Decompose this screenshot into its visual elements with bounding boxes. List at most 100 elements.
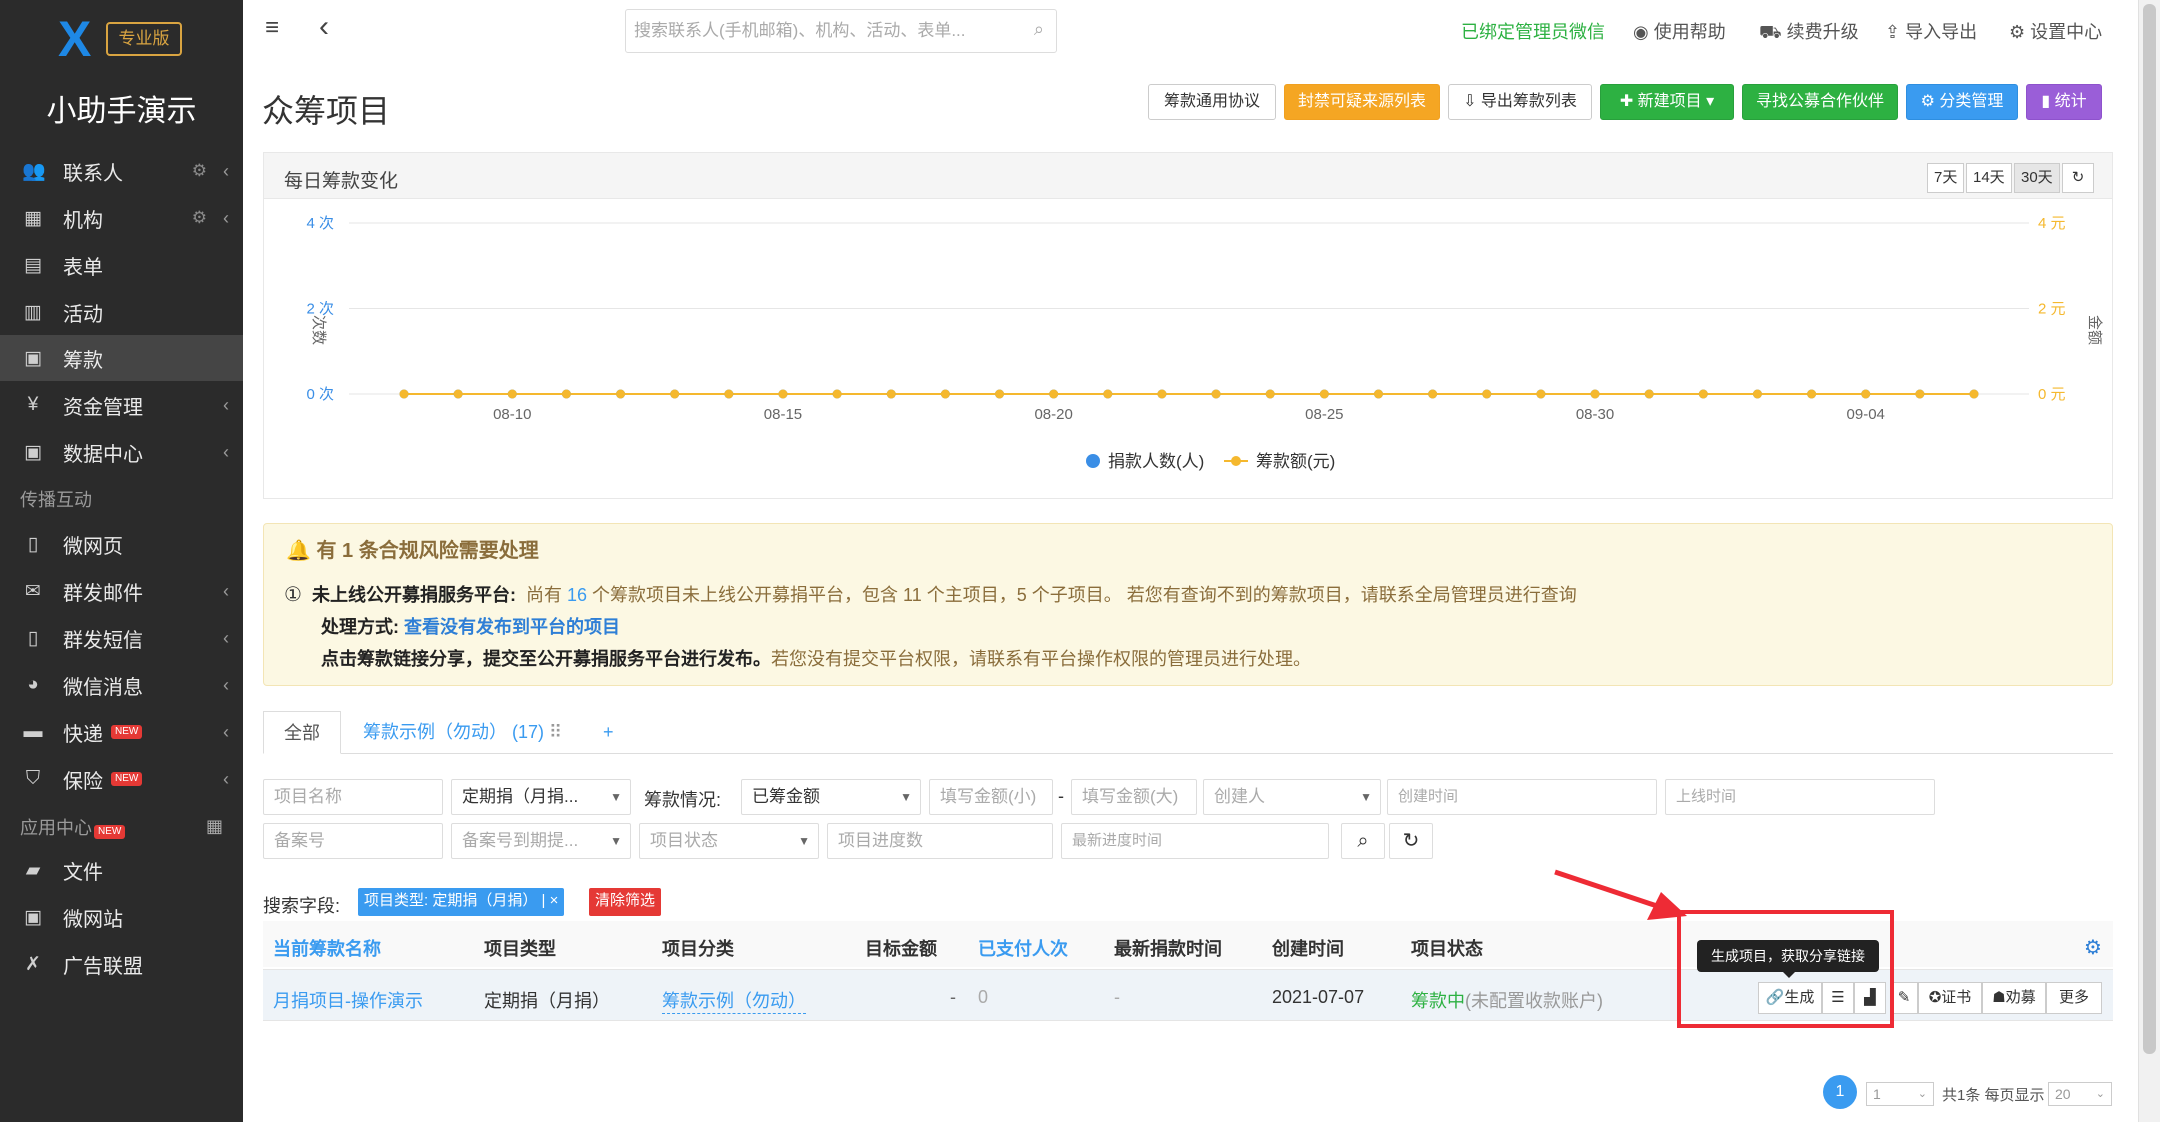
drag-handle-icon[interactable]: ⠿ — [549, 722, 562, 742]
progress-count-input[interactable]: 项目进度数 — [827, 823, 1053, 859]
data-point — [1752, 389, 1762, 399]
column-settings-gear-icon[interactable]: ⚙ — [2084, 935, 2102, 960]
x-tick-label: 08-10 — [493, 406, 531, 423]
search-button[interactable]: ⌕ — [1341, 823, 1385, 859]
tab-all[interactable]: 全部 — [263, 711, 341, 754]
search-input[interactable] — [626, 10, 1006, 52]
project-name-input[interactable]: 项目名称 — [263, 779, 443, 815]
max-amount-input[interactable]: 填写金额(大) — [1071, 779, 1197, 815]
project-type-select[interactable]: 定期捐（月捐... ▼ — [451, 779, 631, 815]
th-name[interactable]: 当前筹款名称 — [273, 935, 381, 961]
upgrade-link[interactable]: ⛟ 续费升级 — [1759, 18, 1859, 46]
sidebar-item-webpage[interactable]: ▯ 微网页 — [0, 521, 243, 567]
tab-example[interactable]: 筹款示例（勿动） (17) ⠿ — [343, 711, 582, 754]
refresh-icon: ↻ — [1402, 830, 1420, 852]
data-point — [1536, 389, 1546, 399]
status-note: (未配置收款账户) — [1465, 991, 1603, 1011]
range-30d-button[interactable]: 30天 — [2014, 163, 2060, 193]
unpublished-projects-link[interactable]: 查看没有发布到平台的项目 — [404, 617, 620, 637]
settings-link[interactable]: ⚙ 设置中心 — [2009, 18, 2102, 44]
sidebar-item-data[interactable]: ▣ 数据中心 ‹ — [0, 429, 243, 475]
more-button[interactable]: 更多 — [2046, 982, 2102, 1014]
edit-pencil-icon[interactable]: ✎ — [1890, 982, 1918, 1014]
data-point — [832, 389, 842, 399]
sidebar-item-insurance[interactable]: ⛉ 保险 NEW ‹ — [0, 756, 243, 802]
recruit-button[interactable]: ☗劝募 — [1982, 982, 2046, 1014]
sidebar-item-funds[interactable]: ¥ 资金管理 ‹ — [0, 382, 243, 428]
search-icon[interactable]: ⌕ — [1034, 19, 1044, 40]
pager-current-page[interactable]: 1 — [1823, 1075, 1857, 1109]
block-sources-button[interactable]: 封禁可疑来源列表 — [1284, 84, 1440, 120]
gear-icon[interactable]: ⚙ — [192, 161, 207, 181]
sidebar-item-express[interactable]: ▬ 快递 NEW ‹ — [0, 709, 243, 755]
record-no-input[interactable]: 备案号 — [263, 823, 443, 859]
chevron-left-icon: ‹ — [223, 674, 229, 695]
row-status: 筹款中(未配置收款账户) — [1411, 987, 1603, 1013]
find-partner-button[interactable]: 寻找公募合作伙伴 — [1742, 84, 1898, 120]
export-list-label: 导出筹款列表 — [1480, 93, 1577, 110]
row-created: 2021-07-07 — [1272, 987, 1365, 1007]
sidebar-item-ads[interactable]: ✗ 广告联盟 — [0, 941, 243, 987]
raised-select[interactable]: 已筹金额 ▼ — [741, 779, 921, 815]
pager-page-select[interactable]: 1 ⌄ — [1866, 1082, 1934, 1106]
logo[interactable]: X 专业版 — [58, 14, 182, 64]
filter-chip[interactable]: 项目类型: 定期捐（月捐） | × — [358, 888, 565, 916]
new-project-button[interactable]: ✚ 新建项目 ▾ — [1600, 84, 1734, 120]
wechat-bound-link[interactable]: 已绑定管理员微信 — [1461, 18, 1605, 44]
range-14d-button[interactable]: 14天 — [1966, 163, 2012, 193]
refresh-icon[interactable]: ↻ — [2062, 163, 2094, 193]
sidebar-item-contacts[interactable]: 👥 联系人 ⚙ ‹ — [0, 148, 243, 194]
help-label: 使用帮助 — [1653, 22, 1726, 42]
per-page-select[interactable]: 20 ⌄ — [2048, 1082, 2112, 1106]
sidebar-item-fundraising[interactable]: ▣ 筹款 — [0, 335, 243, 381]
latest-progress-input[interactable]: 最新进度时间 — [1061, 823, 1329, 859]
highlight-box — [1677, 910, 1894, 1028]
clear-filters-button[interactable]: 清除筛选 — [589, 888, 662, 916]
x-tick-label: 09-04 — [1847, 406, 1885, 423]
data-point — [1590, 389, 1600, 399]
range-7d-button[interactable]: 7天 — [1927, 163, 1965, 193]
grid-icon[interactable]: ▦ — [206, 816, 223, 837]
online-time-input[interactable]: 上线时间 — [1665, 779, 1935, 815]
sidebar-item-files[interactable]: ▰ 文件 — [0, 847, 243, 893]
sidebar-item-events[interactable]: ▥ 活动 — [0, 289, 243, 335]
reset-button[interactable]: ↻ — [1389, 823, 1433, 859]
close-icon[interactable]: × — [550, 892, 559, 909]
project-status-select[interactable]: 项目状态 ▼ — [639, 823, 819, 859]
sidebar-item-wechat[interactable]: ◕ 微信消息 ‹ — [0, 662, 243, 708]
creator-select[interactable]: 创建人 ▼ — [1203, 779, 1381, 815]
created-time-input[interactable]: 创建时间 — [1387, 779, 1657, 815]
upload-icon: ⇪ — [1885, 22, 1906, 42]
row-category-link[interactable]: 筹款示例（勿动） — [662, 987, 806, 1014]
min-amount-input[interactable]: 填写金额(小) — [929, 779, 1053, 815]
scrollbar[interactable] — [2138, 0, 2160, 1122]
stats-button[interactable]: ▮ 统计 — [2026, 84, 2102, 120]
data-point — [616, 389, 626, 399]
record-expiry-select[interactable]: 备案号到期提... ▼ — [451, 823, 631, 859]
status-label: 筹款情况: — [644, 790, 722, 810]
category-mgmt-button[interactable]: ⚙ 分类管理 — [1906, 84, 2018, 120]
tab-add-button[interactable]: + — [583, 711, 634, 754]
legend-amount: 筹款额(元) — [1256, 452, 1335, 471]
certificate-button[interactable]: ✪证书 — [1918, 982, 1982, 1014]
sidebar-item-microsite[interactable]: ▣ 微网站 — [0, 894, 243, 940]
th-paid[interactable]: 已支付人次 — [978, 935, 1068, 961]
th-category: 项目分类 — [662, 939, 734, 959]
plus-icon: ✚ — [1619, 93, 1638, 110]
scrollbar-thumb[interactable] — [2143, 4, 2156, 1054]
chevron-down-icon: ⌄ — [1917, 1088, 1927, 1100]
menu-icon[interactable]: ≡ — [265, 14, 279, 42]
sidebar-item-forms[interactable]: ▤ 表单 — [0, 242, 243, 288]
import-export-link[interactable]: ⇪ 导入导出 — [1885, 18, 1977, 44]
sidebar-item-orgs[interactable]: ▦ 机构 ⚙ ‹ — [0, 195, 243, 241]
gear-icon[interactable]: ⚙ — [192, 208, 207, 228]
site-icon: ▣ — [24, 906, 42, 928]
agreement-button[interactable]: 筹款通用协议 — [1148, 84, 1276, 120]
sidebar-item-sms[interactable]: ▯ 群发短信 ‹ — [0, 615, 243, 661]
export-list-button[interactable]: ⇩ 导出筹款列表 — [1448, 84, 1592, 120]
help-link[interactable]: ◉ 使用帮助 — [1633, 18, 1726, 44]
row-name-link[interactable]: 月捐项目-操作演示 — [273, 987, 423, 1013]
sidebar-item-mail[interactable]: ✉ 群发邮件 ‹ — [0, 568, 243, 614]
back-chevron-icon[interactable]: ‹ — [319, 10, 329, 44]
data-point — [1373, 389, 1383, 399]
